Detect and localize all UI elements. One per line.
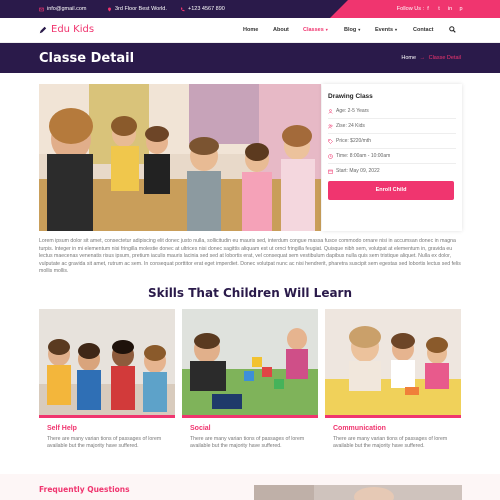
skill-text: There are many varian tions of passages … [333,436,448,450]
skill-text: There are many varian tions of passages … [47,436,162,450]
skill-text: There are many varian tions of passages … [190,436,305,450]
divider [328,148,456,149]
class-main-photo [39,84,321,231]
enroll-child-button[interactable]: Enroll Child [328,181,454,200]
skill-title: Self Help [47,425,77,432]
logo-text: Edu Kids [51,24,95,35]
faq-photo-image [254,485,462,500]
mail-icon [39,7,44,11]
class-info-card: Drawing Class Age: 2-5 Years Zise: 24 Ki… [322,84,462,231]
chevron-down-icon: ▾ [358,26,361,32]
nav-home-label: Home [243,26,259,33]
nav-contact-label: Contact [413,26,434,33]
pencil-icon [39,26,47,33]
card-price-text: Price: $220/mth [336,138,372,144]
faq-image [254,485,462,500]
nav-events-label: Events [375,26,394,33]
kids-photo-image [39,309,175,415]
skill-card-social[interactable]: Social There are many varian tions of pa… [182,309,320,461]
top-phone-text: +123 4567 890 [188,6,225,12]
top-address-text: 3rd Floor Best World. [115,6,167,12]
card-start: Start: May 09, 2022 [328,168,380,174]
skill-title: Social [190,425,211,432]
card-time-text: Time: 8:00am - 10:00am [336,153,391,159]
follow-label: Follow Us : [396,6,424,12]
page-header: Classe Detail Home → Classe Detail [0,43,500,73]
faq-title: Frequently Questions [39,485,130,494]
nav-contact[interactable]: Contact [413,27,433,33]
users-icon [328,123,333,129]
top-phone[interactable]: +123 4567 890 [180,6,225,12]
search-icon[interactable] [449,26,456,33]
top-bar: info@gmail.com 3rd Floor Best World. +12… [0,0,500,18]
top-email[interactable]: info@gmail.com [39,6,87,12]
top-address: 3rd Floor Best World. [107,6,167,12]
nav-classes[interactable]: Classes ▾ [303,27,328,33]
skill-image [182,309,318,415]
breadcrumb-home[interactable]: Home [401,55,416,61]
nav-classes-label: Classes [303,26,324,33]
kids-talking-image [325,309,461,415]
breadcrumb-arrow-icon: → [419,55,426,61]
card-time: Time: 8:00am - 10:00am [328,153,390,159]
chevron-down-icon: ▾ [395,26,398,32]
main-navbar: Edu Kids Home About Classes ▾ Blog ▾ Event… [0,18,500,43]
facebook-icon[interactable]: f [425,6,431,12]
skill-accent-bar [39,415,175,418]
kids-playing-blocks-image [182,309,318,415]
site-logo[interactable]: Edu Kids [39,24,94,35]
card-start-text: Start: May 09, 2022 [336,168,380,174]
top-email-text: info@gmail.com [47,6,87,12]
card-age-text: Age: 2-5 Years [336,108,369,114]
skills-section-title: Skills That Children Will Learn [147,286,353,300]
breadcrumb-current: Classe Detail [428,55,461,61]
card-size: Zise: 24 Kids [328,123,365,129]
divider [328,118,456,119]
pinterest-icon[interactable]: p [458,6,464,12]
breadcrumb: Home → Classe Detail [401,55,461,61]
card-title: Drawing Class [328,93,373,100]
nav-events[interactable]: Events ▾ [375,27,397,33]
chevron-down-icon: ▾ [325,26,328,32]
skill-accent-bar [182,415,318,418]
nav-about[interactable]: About [273,27,289,33]
card-size-text: Zise: 24 Kids [336,123,365,129]
instagram-icon[interactable]: in [447,6,453,12]
nav-blog-label: Blog [344,26,357,33]
skill-title: Communication [333,425,386,432]
clock-icon [328,153,333,159]
location-icon [108,7,111,11]
nav-home[interactable]: Home [243,27,258,33]
skill-card-communication[interactable]: Communication There are many varian tion… [325,309,463,461]
skill-card-self-help[interactable]: Self Help There are many varian tions of… [39,309,177,461]
twitter-icon[interactable]: t [436,6,442,12]
card-age: Age: 2-5 Years [328,108,369,114]
card-price: Price: $220/mth [328,138,371,144]
nav-blog[interactable]: Blog ▾ [344,27,360,33]
tag-icon [328,138,333,144]
page-title: Classe Detail [39,51,135,66]
divider [328,133,456,134]
skill-image [325,309,461,415]
calendar-icon [328,169,333,174]
user-icon [328,108,333,114]
skill-accent-bar [325,415,461,418]
class-description: Lorem ipsum dolor sit amet, consectetur … [39,238,461,275]
skill-image [39,309,175,415]
divider [328,163,456,164]
children-photo-image [39,84,321,231]
phone-icon [180,7,185,11]
nav-about-label: About [273,26,289,33]
